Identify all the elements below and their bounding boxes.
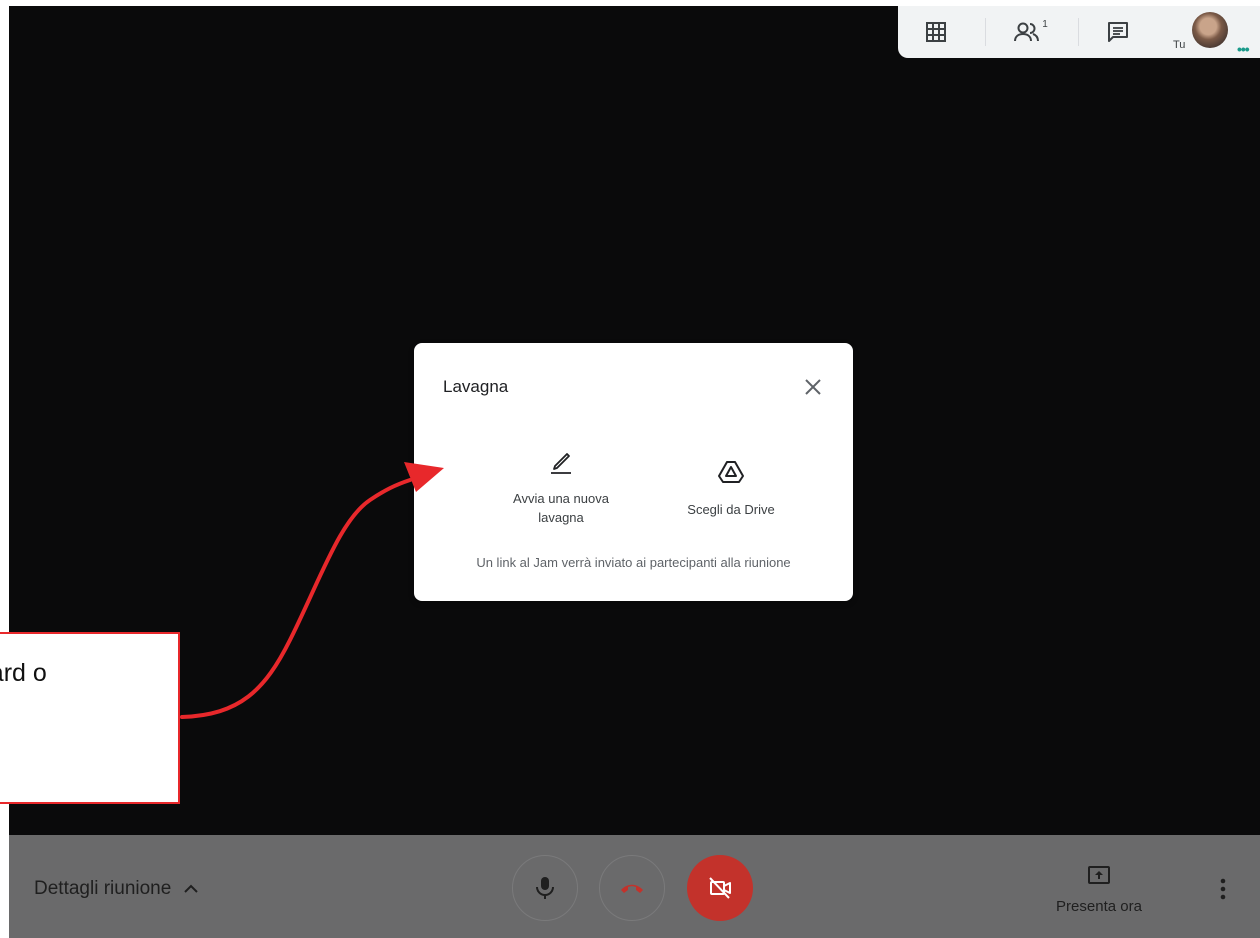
more-options-icon[interactable] [1211, 875, 1235, 903]
present-now-button[interactable]: Presenta ora [1049, 865, 1149, 915]
chat-icon [1108, 22, 1128, 42]
top-toolbar: 1 Tu ••• [898, 6, 1260, 58]
choose-from-drive-option[interactable]: Scegli da Drive [656, 458, 806, 519]
pencil-icon [551, 453, 571, 474]
dialog-note: Un link al Jam verrà inviato ai partecip… [476, 555, 791, 570]
participants-count: 1 [1042, 18, 1048, 30]
choose-from-drive-label: Scegli da Drive [687, 502, 775, 517]
self-label: Tu [1173, 39, 1186, 51]
participants-button[interactable]: 1 [1002, 6, 1062, 58]
camera-off-icon [709, 877, 731, 899]
meeting-window: 1 Tu ••• Lavagna Avvia una nuova lavagna… [9, 6, 1260, 938]
new-whiteboard-label: Avvia una nuova lavagna [513, 491, 609, 525]
present-screen-icon [1088, 866, 1110, 884]
microphone-icon [536, 877, 554, 899]
people-icon [1014, 22, 1040, 42]
microphone-button[interactable] [512, 855, 578, 921]
present-now-label: Presenta ora [1056, 898, 1142, 915]
close-icon[interactable] [801, 375, 825, 399]
chevron-up-icon [184, 884, 199, 893]
more-dots-icon[interactable]: ••• [1237, 41, 1250, 57]
new-whiteboard-option[interactable]: Avvia una nuova lavagna [486, 447, 636, 527]
chat-button[interactable] [1088, 6, 1148, 58]
toolbar-divider [985, 18, 986, 46]
bottom-toolbar: Dettagli riunione Presenta ora [9, 835, 1260, 938]
avatar[interactable] [1192, 12, 1228, 48]
meeting-details-button[interactable]: Dettagli riunione [34, 878, 201, 900]
drive-icon [718, 461, 744, 483]
toolbar-divider [1078, 18, 1079, 46]
grid-view-button[interactable] [906, 6, 966, 58]
hang-up-icon [621, 884, 643, 893]
end-call-button[interactable] [599, 855, 665, 921]
meeting-details-label: Dettagli riunione [34, 878, 172, 899]
camera-off-button[interactable] [687, 855, 753, 921]
grid-view-icon [926, 22, 946, 42]
dialog-title: Lavagna [443, 377, 509, 396]
annotation-callout: board o ve [0, 632, 180, 804]
whiteboard-dialog: Lavagna Avvia una nuova lavagna Scegli d… [414, 343, 853, 601]
annotation-text: board o ve [0, 659, 47, 687]
